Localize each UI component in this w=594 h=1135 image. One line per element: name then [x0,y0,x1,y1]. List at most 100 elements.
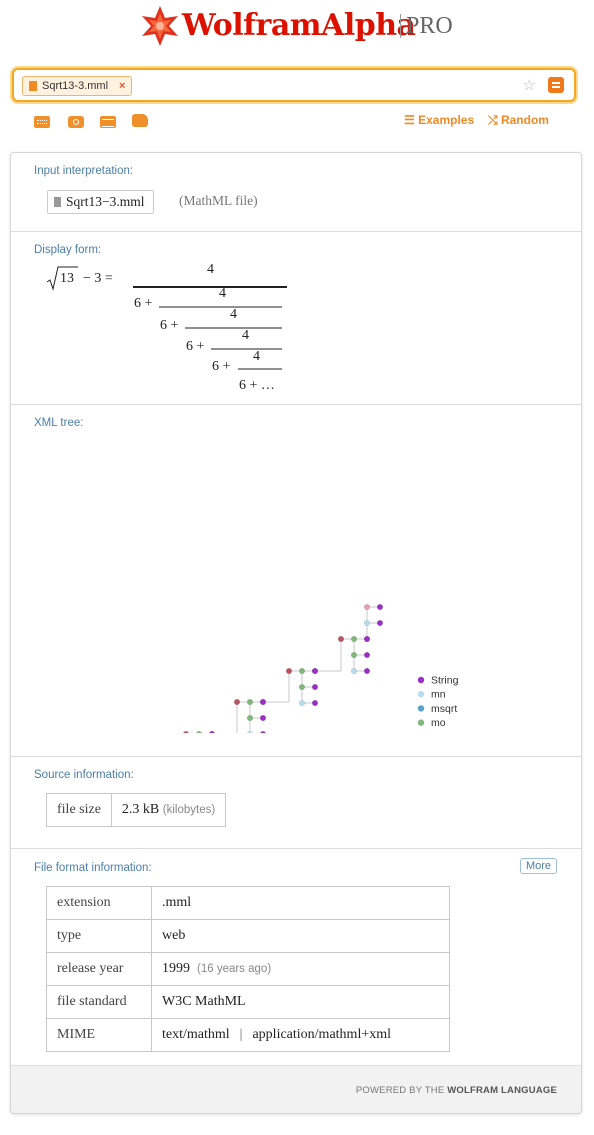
interpreted-file: Sqrt13−3.mml [47,190,154,214]
favorite-star-icon[interactable]: ☆ [523,76,536,94]
menu-icon[interactable] [548,77,564,93]
pod-title-xml-tree: XML tree: [34,417,84,429]
pod-title-source-information: Source information: [34,769,134,781]
data-input-icon[interactable] [100,116,116,128]
tree-node-string [363,651,371,659]
tree-node-string [259,714,267,722]
type-label: type [46,919,152,953]
numerator-1: 4 [207,263,214,277]
release-year-value: 1999 (16 years ago) [151,952,450,986]
numerator-2: 4 [219,286,226,301]
table-row: release year 1999 (16 years ago) [46,952,450,986]
tree-node-mo [298,667,306,675]
file-standard-label: file standard [46,985,152,1019]
file-icon [54,197,61,207]
denominator-term-2: 6 + [160,318,179,333]
pod-divider [11,404,581,405]
tree-node-mrow [285,667,293,675]
examples-label: Examples [418,113,475,127]
keyboard-icon[interactable] [34,116,50,128]
tree-node-string [376,619,384,627]
type-value: web [151,919,450,953]
pod-divider [11,848,581,849]
file-format-table: extension .mml type web release year 199… [46,886,450,1052]
list-icon: ☰ [404,113,415,127]
separator: | [239,1027,243,1042]
legend-label: msqrt [431,703,457,715]
denominator-term-1: 6 + [134,296,153,311]
file-icon [29,81,37,91]
mime-value: text/mathml | application/mathml+xml [151,1018,450,1052]
legend-label: String [431,675,459,687]
results-card: Input interpretation: Sqrt13−3.mml (Math… [10,152,582,1114]
xml-tree-graph: StringmnmsqrtmomimrowmfracmstylemathDocu… [183,603,459,733]
table-row: file standard W3C MathML [46,985,450,1019]
tree-node-mn [247,730,253,733]
camera-icon[interactable] [68,116,84,128]
numerator-5: 4 [253,349,260,364]
pod-divider [11,756,581,757]
lhs-tail: − 3 = [83,271,113,286]
tree-node-mo [350,635,358,643]
powered-by-brand: WOLFRAM LANGUAGE [447,1085,557,1096]
tree-node-string [311,667,319,675]
table-row: extension .mml [46,886,450,920]
file-size-value: 2.3 kB (kilobytes) [110,793,227,827]
release-year-label: release year [46,952,152,986]
file-size-unit: (kilobytes) [162,804,216,816]
close-icon[interactable]: × [119,77,125,95]
denominator-ellipsis: 6 + … [239,378,275,393]
extension-value: .mml [151,886,450,920]
legend-label: mn [431,689,446,701]
examples-link[interactable]: ☰ Examples [404,113,474,127]
sqrt-argument: 13 [60,271,74,286]
file-upload-icon[interactable] [132,114,148,127]
more-button[interactable]: More [519,858,557,874]
wolfram-alpha-logo[interactable]: WolframAlpha PRO [138,4,468,48]
mime-type-2: application/mathml+xml [252,1027,392,1042]
tree-node-string [209,730,215,733]
file-chip-label: Sqrt13-3.mml [42,80,109,92]
interpreted-file-name: Sqrt13−3.mml [66,194,145,209]
pod-title-file-format-information: File format information: [34,862,152,874]
tree-node-mi [363,603,371,611]
tree-node-mn [363,619,371,627]
table-row: file size 2.3 kB (kilobytes) [46,793,227,827]
legend-swatch [417,719,425,726]
legend-swatch [417,691,425,698]
random-link[interactable]: ⤭ Random [488,113,549,128]
release-year-number: 1999 [162,961,190,976]
search-input[interactable]: Sqrt13-3.mml × ☆ [12,68,576,102]
tree-node-mo [246,698,254,706]
tree-node-mrow [337,635,345,643]
tree-node-mn [350,667,358,675]
file-size-number: 2.3 kB [121,802,160,817]
pod-title-display-form: Display form: [34,244,102,256]
tree-node-mrow [233,698,241,706]
tree-node-string [311,683,319,691]
numerator-3: 4 [230,307,237,322]
file-size-label: file size [46,793,112,827]
legend-swatch [417,705,425,712]
mime-label: MIME [46,1018,152,1052]
spikey-logo-icon [142,6,178,46]
file-standard-value: W3C MathML [151,985,450,1019]
denominator-term-3: 6 + [186,339,205,354]
logo-pro-label: PRO [400,14,453,38]
tree-node-string [376,603,384,611]
logo-wordmark: WolframAlpha [182,8,416,43]
pod-title-input-interpretation: Input interpretation: [34,165,134,177]
tree-node-string [311,699,319,707]
tree-node-mn [298,699,306,707]
pod-divider [11,231,581,232]
mime-type-1: text/mathml [162,1027,230,1042]
tree-node-mo [350,651,358,659]
powered-by-text[interactable]: POWERED BY THE WOLFRAM LANGUAGE [356,1085,557,1096]
card-footer: POWERED BY THE WOLFRAM LANGUAGE [11,1065,581,1113]
random-label: Random [500,113,549,127]
source-information-table: file size 2.3 kB (kilobytes) [46,793,227,827]
tree-node-mrow [183,730,189,733]
uploaded-file-chip[interactable]: Sqrt13-3.mml × [22,76,133,96]
numerator-4: 4 [242,328,249,343]
table-row: MIME text/mathml | application/mathml+xml [46,1018,450,1052]
